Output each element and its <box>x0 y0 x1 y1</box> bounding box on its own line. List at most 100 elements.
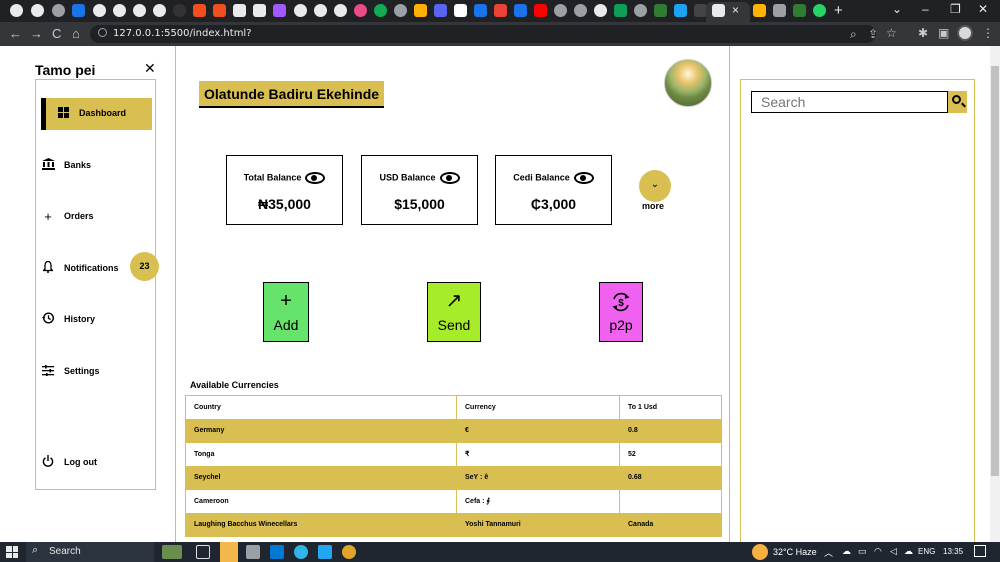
eye-icon[interactable] <box>573 172 594 184</box>
file-explorer-icon[interactable] <box>220 542 238 562</box>
vscode-icon[interactable] <box>318 545 332 559</box>
sidebar-item-orders[interactable]: + Orders <box>36 201 152 233</box>
eye-icon[interactable] <box>305 172 326 184</box>
task-view-icon[interactable] <box>196 545 210 559</box>
tab-favicon[interactable] <box>674 4 687 17</box>
close-sidebar-icon[interactable]: ✕ <box>144 60 156 77</box>
taskbar-search[interactable]: ⌕ Search <box>26 542 182 562</box>
sidebar-item-settings[interactable]: Settings <box>36 356 152 388</box>
sidepanel-icon[interactable]: ▣ <box>938 26 949 40</box>
store-icon[interactable] <box>246 545 260 559</box>
active-tab[interactable] <box>706 2 750 22</box>
tray-language[interactable]: ENG <box>918 547 935 556</box>
tab-favicon[interactable] <box>594 4 607 17</box>
tab-favicon[interactable] <box>273 4 286 17</box>
tray-wifi-icon[interactable]: ◠ <box>874 546 882 557</box>
new-tab-icon[interactable]: + <box>834 2 843 19</box>
close-window-icon[interactable]: ✕ <box>978 2 988 16</box>
tab-favicon[interactable] <box>654 4 667 17</box>
extensions-icon[interactable]: ✱ <box>918 26 928 40</box>
sidebar-item-history[interactable]: History <box>36 304 152 336</box>
tab-favicon[interactable] <box>31 4 44 17</box>
main-right-divider <box>729 46 730 542</box>
tray-onedrive-icon[interactable]: ☁ <box>904 546 913 557</box>
edge-icon[interactable] <box>294 545 308 559</box>
tab-favicon[interactable] <box>173 4 186 17</box>
share-icon[interactable]: ⇪ <box>868 27 878 41</box>
back-icon[interactable]: ← <box>9 26 22 41</box>
tab-favicon[interactable] <box>193 4 206 17</box>
bookmark-star-icon[interactable]: ☆ <box>886 26 897 40</box>
search-button[interactable] <box>948 91 967 113</box>
tab-favicon[interactable] <box>334 4 347 17</box>
tab-favicon[interactable] <box>574 4 587 17</box>
tab-favicon[interactable] <box>374 4 387 17</box>
sidebar-item-banks[interactable]: Banks <box>36 150 152 182</box>
forward-icon[interactable]: → <box>30 26 43 41</box>
tab-favicon[interactable] <box>72 4 85 17</box>
sidebar-item-notifications[interactable]: Notifications 23 <box>36 252 159 285</box>
send-button[interactable]: ↗ Send <box>427 282 481 342</box>
tab-favicon[interactable] <box>93 4 106 17</box>
tab-favicon[interactable] <box>494 4 507 17</box>
weather-widget-icon[interactable] <box>162 545 182 559</box>
tab-favicon[interactable] <box>113 4 126 17</box>
tab-favicon[interactable] <box>534 4 547 17</box>
tab-favicon[interactable] <box>634 4 647 17</box>
tab-favicon[interactable] <box>213 4 226 17</box>
url-text[interactable]: 127.0.0.1:5500/index.html? <box>113 28 252 39</box>
tab-close-icon[interactable]: × <box>732 3 739 17</box>
zoom-icon[interactable]: ⌕ <box>850 27 857 42</box>
restore-icon[interactable]: ❐ <box>950 2 961 16</box>
tab-favicon[interactable] <box>314 4 327 17</box>
tab-favicon[interactable] <box>233 4 246 17</box>
tab-favicon[interactable] <box>153 4 166 17</box>
tab-favicon[interactable] <box>294 4 307 17</box>
tab-favicon[interactable] <box>414 4 427 17</box>
tray-battery-icon[interactable]: ▭ <box>858 546 867 557</box>
tab-favicon[interactable] <box>614 4 627 17</box>
tab-favicon[interactable] <box>52 4 65 17</box>
tab-favicon[interactable] <box>133 4 146 17</box>
tab-favicon[interactable] <box>753 4 766 17</box>
tab-favicon[interactable] <box>394 4 407 17</box>
sidebar-item-logout[interactable]: Log out <box>36 447 152 479</box>
tray-clock[interactable]: 13:35 <box>943 547 963 556</box>
tab-favicon[interactable] <box>514 4 527 17</box>
sidebar-item-dashboard[interactable]: Dashboard <box>41 98 152 130</box>
tab-search-icon[interactable]: ⌄ <box>892 2 902 16</box>
mail-icon[interactable] <box>270 545 284 559</box>
tab-favicon[interactable] <box>10 4 23 17</box>
tray-network-icon[interactable]: ☁ <box>842 546 851 557</box>
home-icon[interactable]: ⌂ <box>72 26 80 41</box>
more-button[interactable]: ⌄ <box>639 170 671 202</box>
add-button[interactable]: + Add <box>263 282 309 342</box>
menu-icon[interactable]: ⋮ <box>982 26 994 40</box>
minimize-icon[interactable]: – <box>922 2 929 16</box>
tray-chevron-icon[interactable]: ︿ <box>824 546 833 559</box>
tab-favicon[interactable] <box>253 4 266 17</box>
profile-avatar-icon[interactable] <box>957 25 973 41</box>
address-bar[interactable]: 127.0.0.1:5500/index.html? ⌕ ⇪ ☆ <box>90 25 897 43</box>
search-input[interactable] <box>751 91 948 113</box>
reload-icon[interactable]: C <box>52 26 61 41</box>
chrome-icon[interactable] <box>342 545 356 559</box>
tab-favicon[interactable] <box>773 4 786 17</box>
windows-start-icon[interactable] <box>6 546 18 558</box>
weather-text[interactable]: 32°C Haze <box>773 547 817 557</box>
profile-picture[interactable] <box>664 59 712 107</box>
eye-icon[interactable] <box>439 172 460 184</box>
tab-favicon[interactable] <box>474 4 487 17</box>
tab-favicon[interactable] <box>434 4 447 17</box>
tab-favicon[interactable] <box>354 4 367 17</box>
tab-favicon[interactable] <box>554 4 567 17</box>
tab-favicon[interactable] <box>454 4 467 17</box>
tab-favicon[interactable] <box>813 4 826 17</box>
scrollbar-thumb[interactable] <box>991 66 999 476</box>
tray-volume-icon[interactable]: ◁ <box>890 546 897 557</box>
tab-favicon[interactable] <box>793 4 806 17</box>
p2p-button[interactable]: $ p2p <box>599 282 643 342</box>
notification-center-icon[interactable] <box>974 545 986 557</box>
column-header: To 1 Usd <box>628 404 658 411</box>
site-info-icon[interactable] <box>98 28 107 37</box>
